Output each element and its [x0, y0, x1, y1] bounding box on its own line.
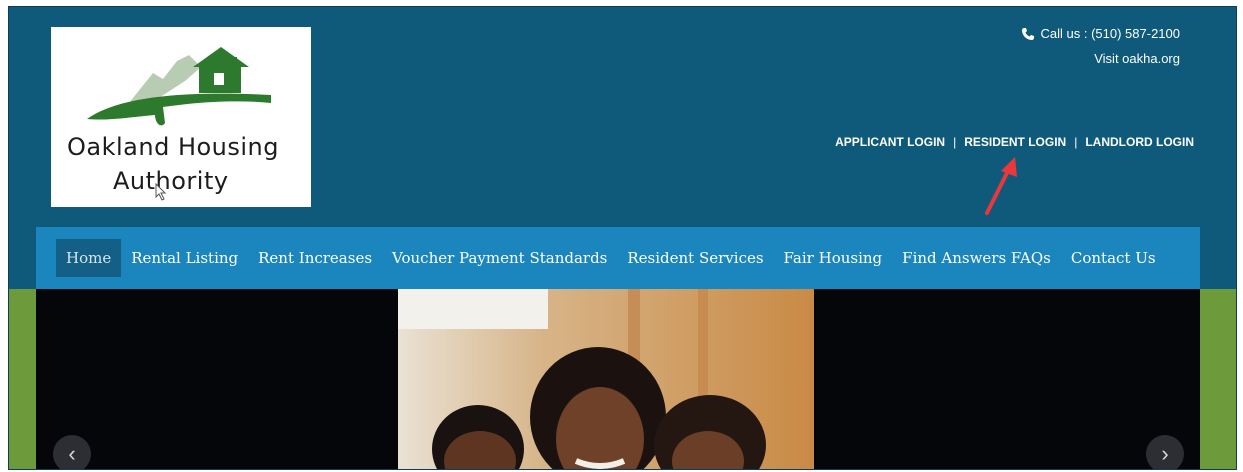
site-logo[interactable]: Oakland Housing Authority — [51, 27, 311, 207]
nav-item-fair-housing[interactable]: Fair Housing — [774, 239, 893, 277]
phone-icon — [1021, 27, 1034, 40]
main-nav: Home Rental Listing Rent Increases Vouch… — [36, 227, 1200, 289]
chevron-right-icon: › — [1161, 441, 1169, 466]
house-logo-icon — [87, 47, 271, 126]
login-links: APPLICANT LOGIN | RESIDENT LOGIN | LANDL… — [835, 135, 1194, 149]
nav-item-contact-us[interactable]: Contact Us — [1061, 239, 1166, 277]
phone-row[interactable]: Call us : (510) 587-2100 — [1021, 21, 1180, 46]
landlord-login-link[interactable]: LANDLORD LOGIN — [1085, 135, 1194, 149]
nav-item-resident-services[interactable]: Resident Services — [617, 239, 773, 277]
annotation-arrow-icon — [985, 157, 1017, 215]
phone-number: Call us : (510) 587-2100 — [1040, 26, 1180, 41]
mouse-pointer-icon — [155, 183, 167, 201]
chevron-left-icon: ‹ — [68, 441, 76, 466]
logo-text-line1: Oakland Housing — [67, 133, 280, 161]
applicant-login-link[interactable]: APPLICANT LOGIN — [835, 135, 945, 149]
nav-item-home[interactable]: Home — [56, 239, 122, 277]
resident-login-link[interactable]: RESIDENT LOGIN — [964, 135, 1066, 149]
nav-item-voucher-payment-standards[interactable]: Voucher Payment Standards — [382, 239, 617, 277]
login-separator: | — [953, 135, 957, 149]
slider-prev-button[interactable]: ‹ — [53, 435, 91, 469]
slider-next-button[interactable]: › — [1146, 435, 1184, 469]
visit-link[interactable]: Visit oakha.org — [1021, 46, 1180, 71]
logo-text-line2: Authority — [113, 167, 229, 195]
nav-item-rent-increases[interactable]: Rent Increases — [248, 239, 382, 277]
site-window: Oakland Housing Authority Call us : (510… — [8, 6, 1237, 470]
side-panel-left — [9, 289, 36, 469]
side-panel-right — [1200, 289, 1236, 469]
contact-info: Call us : (510) 587-2100 Visit oakha.org — [1021, 21, 1180, 71]
family-photo — [398, 289, 814, 469]
login-separator: | — [1074, 135, 1078, 149]
nav-item-rental-listing[interactable]: Rental Listing — [121, 239, 248, 277]
hero-slider: ‹ › — [36, 289, 1200, 469]
nav-item-find-answers-faqs[interactable]: Find Answers FAQs — [892, 239, 1061, 277]
